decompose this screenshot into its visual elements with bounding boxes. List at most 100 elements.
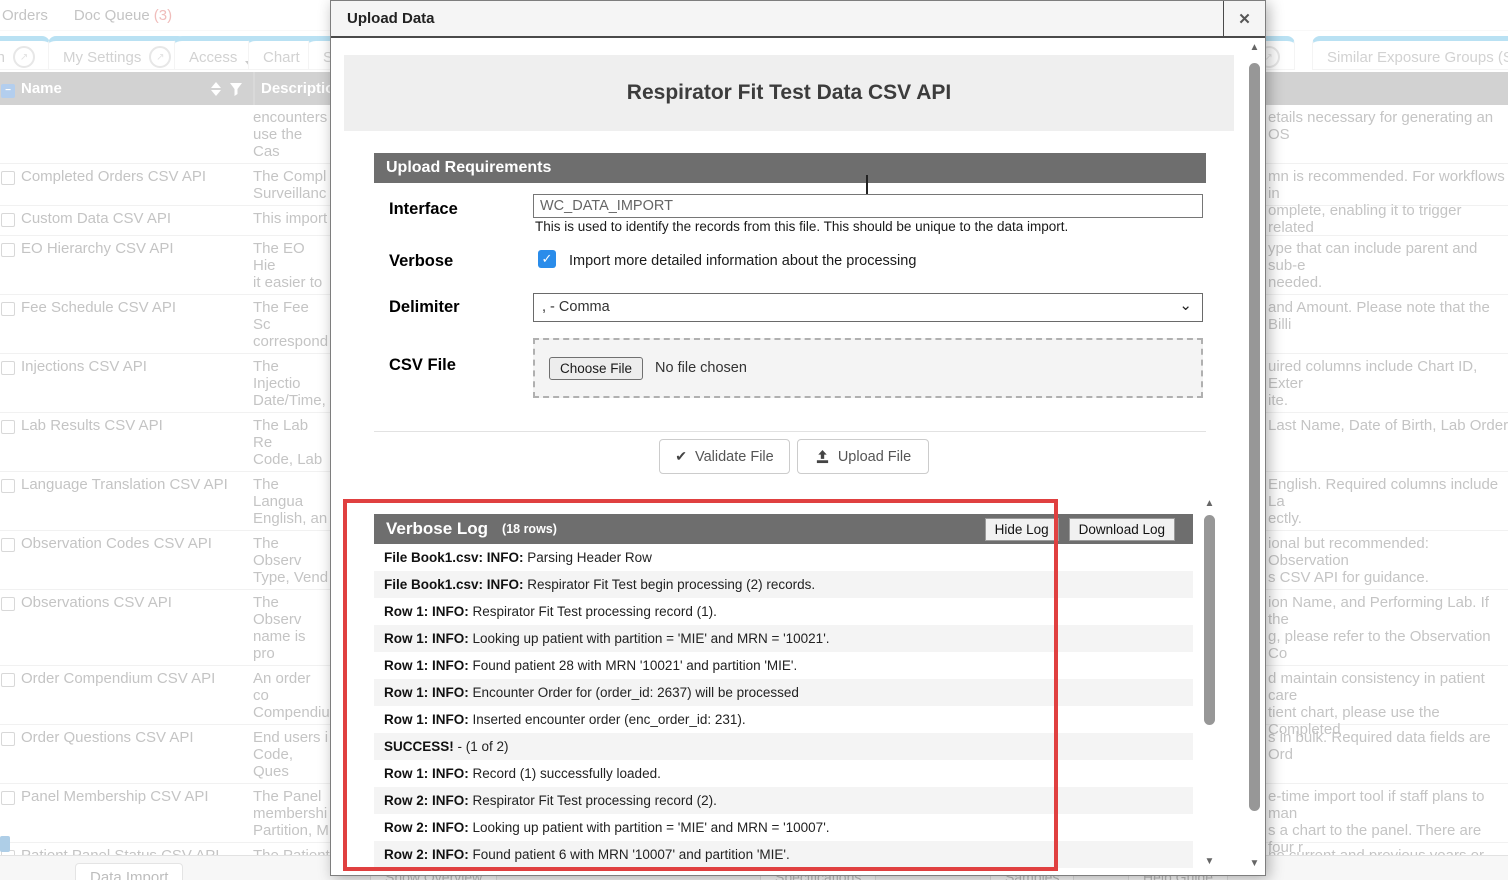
external-link-icon: ↗ (149, 46, 171, 68)
log-row: SUCCESS! - (1 of 2) (374, 733, 1193, 760)
row-checkbox[interactable] (1, 673, 15, 687)
nav-item-doc-queue[interactable]: Doc Queue(3) (74, 7, 172, 24)
row-checkbox-cell (0, 358, 18, 409)
tab-label: Similar Exposure Groups (SEG (1327, 49, 1508, 66)
tab-label: Chart (263, 49, 300, 66)
log-prefix: SUCCESS! (384, 739, 454, 754)
row-checkbox-cell (0, 109, 18, 160)
row-description-right-fragment: Last Name, Date of Birth, Lab Order (1268, 417, 1508, 434)
row-name: Completed Orders CSV API (18, 168, 253, 202)
upload-file-button[interactable]: Upload File (797, 439, 929, 474)
log-prefix: Row 1: INFO: (384, 712, 469, 727)
row-checkbox-cell (0, 476, 18, 527)
log-row: Row 2: INFO: Looking up patient with par… (374, 814, 1193, 841)
select-all-checkbox[interactable]: − (1, 84, 15, 98)
scroll-down-icon[interactable]: ▼ (1250, 857, 1260, 871)
row-description-left-fragment: The Observ Type, Vend (253, 535, 330, 586)
validate-check-icon: ✔ (675, 448, 687, 465)
log-row: Row 1: INFO: Found patient 28 with MRN '… (374, 652, 1193, 679)
row-checkbox-cell (0, 240, 18, 291)
column-header-icons (211, 82, 253, 96)
row-description-left-fragment: The Panel membershi Partition, M (253, 788, 330, 839)
delimiter-label: Delimiter (389, 298, 460, 317)
row-checkbox[interactable] (1, 538, 15, 552)
row-name: Panel Membership CSV API (18, 788, 253, 839)
modal-scrollbar-thumb[interactable] (1249, 63, 1260, 811)
tab-my-settings[interactable]: My Settings↗ (48, 36, 186, 70)
row-description-right-fragment: ion Name, and Performing Lab. If the g, … (1268, 594, 1508, 662)
row-checkbox-cell (0, 729, 18, 780)
row-checkbox[interactable] (1, 597, 15, 611)
row-description-right-fragment: s in bulk. Required data fields are Ord (1268, 729, 1508, 763)
row-name: EO Hierarchy CSV API (18, 240, 253, 291)
log-row: Row 1: INFO: Encounter Order for (order_… (374, 679, 1193, 706)
verbose-checkbox[interactable]: ✓ (538, 250, 556, 268)
upload-requirements-header: Upload Requirements (374, 153, 1206, 183)
row-name: Order Questions CSV API (18, 729, 253, 780)
log-row: Row 1: INFO: Record (1) successfully loa… (374, 760, 1193, 787)
sort-icon[interactable] (211, 82, 221, 96)
tab-label: Access (189, 49, 237, 66)
row-checkbox[interactable] (1, 213, 15, 227)
upload-data-modal: Upload Data ✕ Respirator Fit Test Data C… (330, 0, 1266, 876)
divider (374, 431, 1206, 432)
close-button[interactable]: ✕ (1223, 1, 1265, 36)
row-name: Injections CSV API (18, 358, 253, 409)
row-checkbox-cell (0, 594, 18, 662)
verbose-log-rows: File Book1.csv: INFO: Parsing Header Row… (374, 544, 1193, 877)
row-description-right-fragment: e-time import tool if staff plans to man… (1268, 788, 1508, 856)
log-row: Row 1: INFO: Looking up patient with par… (374, 625, 1193, 652)
row-checkbox[interactable] (1, 791, 15, 805)
verbose-log-header: Verbose Log (18 rows) Hide Log Download … (374, 514, 1193, 544)
log-prefix: File Book1.csv: INFO: (384, 577, 524, 592)
download-log-button[interactable]: Download Log (1069, 518, 1175, 541)
row-checkbox[interactable] (1, 479, 15, 493)
log-prefix: Row 2: INFO: (384, 793, 469, 808)
tab-data-import[interactable]: Data Import (75, 863, 183, 880)
scroll-up-icon[interactable]: ▲ (1205, 497, 1215, 511)
csv-file-dropzone[interactable]: Choose File No file chosen (533, 338, 1203, 398)
row-checkbox[interactable] (1, 243, 15, 257)
scroll-down-icon[interactable]: ▼ (1205, 855, 1215, 869)
tab-similar-exposure-groups-seg[interactable]: Similar Exposure Groups (SEG (1312, 36, 1508, 70)
validate-file-label: Validate File (695, 449, 774, 465)
row-description-left-fragment: The Injectio Date/Time, (253, 358, 330, 409)
hide-log-button[interactable]: Hide Log (985, 518, 1059, 541)
add-row-chip[interactable] (0, 836, 10, 852)
choose-file-button[interactable]: Choose File (549, 357, 643, 380)
row-checkbox[interactable] (1, 361, 15, 375)
delimiter-select[interactable]: , - Comma ⌄ (533, 293, 1203, 322)
row-checkbox[interactable] (1, 302, 15, 316)
row-name: Observation Codes CSV API (18, 535, 253, 586)
log-scrollbar-thumb[interactable] (1204, 515, 1215, 725)
file-status-text: No file chosen (655, 360, 747, 376)
modal-header: Upload Data ✕ (331, 1, 1265, 38)
column-header-name[interactable]: Name (18, 80, 253, 97)
row-checkbox-cell (0, 535, 18, 586)
api-title-banner: Respirator Fit Test Data CSV API (344, 55, 1234, 131)
row-checkbox-cell (0, 788, 18, 839)
row-description-left-fragment: The EO Hie it easier to (253, 240, 330, 291)
row-checkbox[interactable] (1, 171, 15, 185)
row-checkbox-cell (0, 210, 18, 232)
log-prefix: Row 1: INFO: (384, 631, 469, 646)
row-description-left-fragment: The Lab Re Code, Lab (253, 417, 330, 468)
scroll-up-icon[interactable]: ▲ (1250, 41, 1260, 55)
row-name: Order Compendium CSV API (18, 670, 253, 721)
interface-input[interactable] (533, 194, 1203, 218)
row-description-right-fragment: etails necessary for generating an OS (1268, 109, 1508, 143)
nav-item-orders[interactable]: Orders (2, 7, 48, 24)
row-checkbox[interactable] (1, 732, 15, 746)
row-description-left-fragment: The Compl Surveillanc (253, 168, 330, 202)
log-row: File Book1.csv: INFO: Respirator Fit Tes… (374, 571, 1193, 598)
filter-icon[interactable] (229, 82, 243, 96)
row-checkbox-cell (0, 417, 18, 468)
api-title: Respirator Fit Test Data CSV API (627, 81, 951, 105)
row-checkbox[interactable] (1, 420, 15, 434)
tab-nin[interactable]: nin↗ (0, 36, 50, 70)
row-description-left-fragment: The Fee Sc correspond (253, 299, 330, 350)
validate-file-button[interactable]: ✔ Validate File (659, 439, 790, 474)
row-checkbox-cell (0, 168, 18, 202)
column-name-label: Name (21, 80, 62, 97)
log-prefix: Row 1: INFO: (384, 658, 469, 673)
